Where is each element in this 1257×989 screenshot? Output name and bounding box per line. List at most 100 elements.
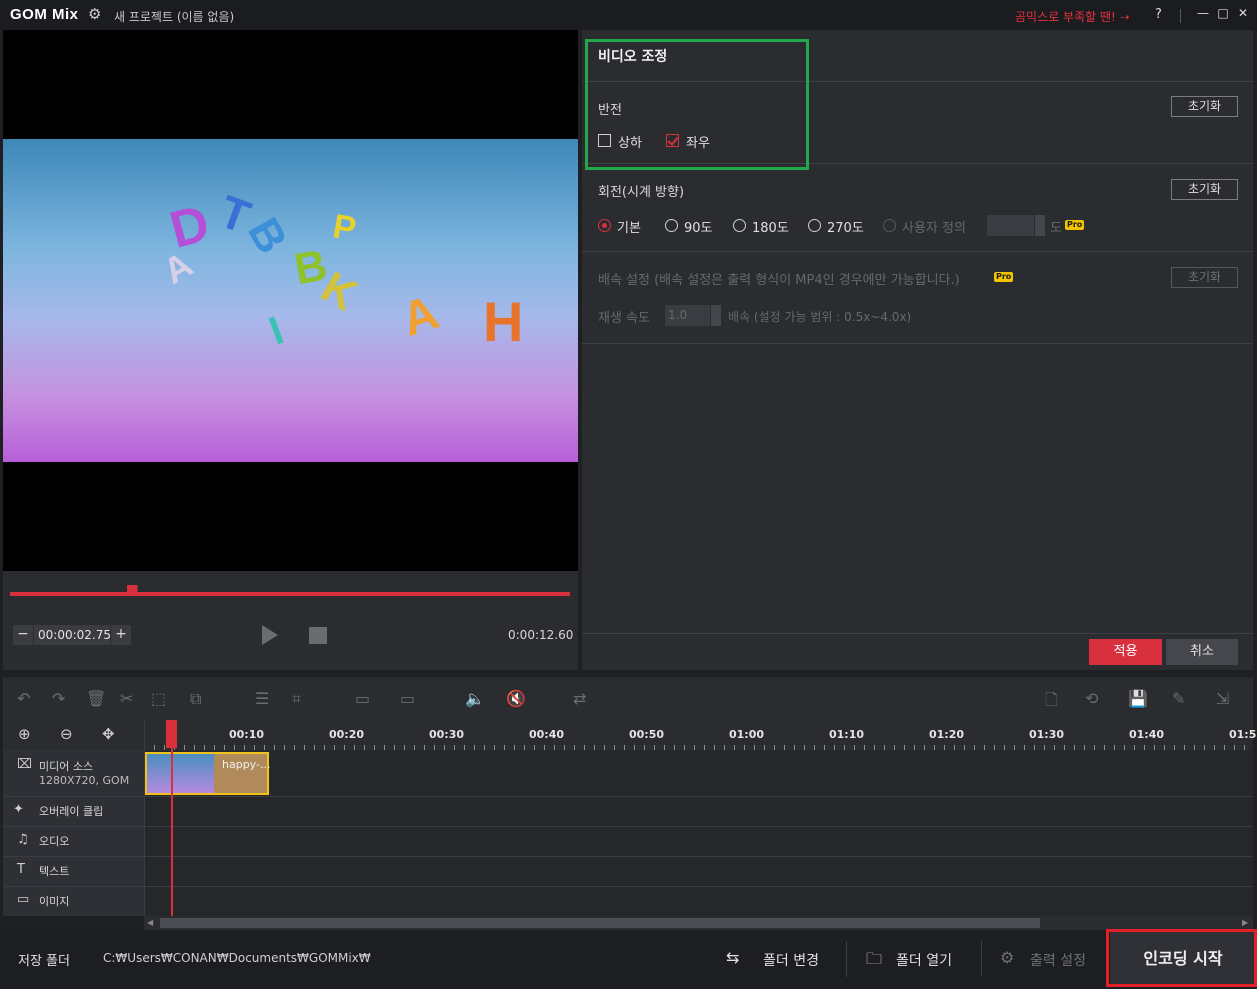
save-folder-label: 저장 폴더 <box>18 954 70 969</box>
undo-icon[interactable]: ↶ <box>17 689 30 708</box>
change-folder-button[interactable]: 폴더 변경 <box>763 950 819 970</box>
track-image: 이미지 <box>39 895 70 908</box>
speed-stepper[interactable] <box>711 305 721 326</box>
help-button[interactable]: ? <box>1155 7 1162 22</box>
output-settings-icon[interactable]: ⚙ <box>1000 948 1014 967</box>
close-button[interactable]: ✕ <box>1236 6 1250 20</box>
divider <box>582 251 1253 252</box>
timeline-ruler[interactable] <box>144 720 1253 750</box>
cancel-button[interactable]: 취소 <box>1166 639 1238 665</box>
ruler-tick-label: 00:10 <box>229 728 265 741</box>
minimize-button[interactable]: — <box>1196 6 1210 20</box>
crop-icon[interactable]: ⌗ <box>292 689 301 709</box>
delete-icon[interactable]: 🗑 <box>86 689 106 708</box>
frame-back-button[interactable]: − <box>13 625 33 645</box>
fit-icon[interactable]: ✥ <box>102 725 115 743</box>
swap-icon[interactable]: ⇄ <box>573 689 586 708</box>
ruler-tick-label: 01:50 <box>1229 728 1257 741</box>
timeline-tracks[interactable] <box>144 750 1253 916</box>
apply-button[interactable]: 적용 <box>1089 639 1162 665</box>
playhead[interactable] <box>171 720 173 916</box>
clip-settings-icon[interactable]: ⧉ <box>190 689 201 709</box>
rotate-180-label: 180도 <box>752 221 789 236</box>
rotate-default-radio[interactable] <box>598 219 611 232</box>
track-overlay: 오버레이 클립 <box>39 805 104 818</box>
track-divider <box>3 886 1253 887</box>
folder-icon[interactable]: 🗀 <box>866 948 882 975</box>
track-divider <box>144 720 145 916</box>
image-icon: ▭ <box>17 892 30 907</box>
divider <box>582 343 1253 344</box>
highlight-box-green <box>585 39 809 170</box>
speed-range-note: 배속 (설정 가능 범위 : 0.5x~4.0x) <box>728 310 912 324</box>
divider <box>981 941 982 977</box>
zoom-out-icon[interactable]: ⊖ <box>60 725 73 743</box>
pro-badge: Pro <box>994 272 1014 282</box>
rotate-unit-label: 도 <box>1050 221 1062 236</box>
gear-icon[interactable]: ⚙ <box>88 5 101 23</box>
highlight-box-red <box>1106 929 1257 987</box>
open-folder-button[interactable]: 폴더 열기 <box>896 950 952 970</box>
scroll-right-icon[interactable]: ▶ <box>1242 918 1248 927</box>
video-letter: H <box>483 290 524 353</box>
app-logo: GOM Mix <box>10 6 79 23</box>
folder-change-icon[interactable]: ⇆ <box>726 948 739 967</box>
select-icon[interactable]: ⬚ <box>151 689 166 708</box>
rotate-90-radio[interactable] <box>665 219 678 232</box>
scrollbar-thumb[interactable] <box>160 918 1040 928</box>
zoom-in-icon[interactable]: ⊕ <box>18 725 31 743</box>
redo-icon[interactable]: ↷ <box>52 689 65 708</box>
play-icon[interactable] <box>262 625 278 645</box>
output-settings-button[interactable]: 출력 설정 <box>1030 950 1086 970</box>
save-icon[interactable]: 💾 <box>1128 689 1148 708</box>
ruler-tick-label: 00:40 <box>529 728 565 741</box>
rotate-default-label: 기본 <box>617 221 641 236</box>
rotate-custom-radio[interactable] <box>883 219 896 232</box>
frame-forward-button[interactable]: + <box>111 625 131 645</box>
track-media-source: 미디어 소스 <box>39 760 94 773</box>
audio-icon: ♫ <box>17 832 29 847</box>
track-audio: 오디오 <box>39 835 70 848</box>
adjust-icon[interactable]: ☰ <box>255 689 269 708</box>
cut-icon[interactable]: ✂ <box>120 689 133 708</box>
scroll-left-icon[interactable]: ◀ <box>147 918 153 927</box>
rotate-angle-stepper[interactable] <box>1035 215 1045 236</box>
media-source-icon: ⌧ <box>17 757 32 772</box>
seek-bar[interactable] <box>10 592 570 596</box>
text-icon: T <box>17 862 25 877</box>
reload-icon[interactable]: ⟲ <box>1085 689 1098 708</box>
promo-link[interactable]: 곰믹스로 부족할 땐! ➝ <box>1015 8 1130 25</box>
export-icon[interactable]: ⇲ <box>1216 689 1229 708</box>
rotate-custom-label: 사용자 정의 <box>902 221 966 236</box>
image-prev-icon[interactable]: ▭ <box>355 689 370 708</box>
track-divider <box>3 826 1253 827</box>
track-divider <box>3 796 1253 797</box>
new-project-icon[interactable]: 🗋 <box>1045 689 1058 716</box>
titlebar-divider <box>1180 9 1181 23</box>
save-folder-path: C:₩Users₩CONAN₩Documents₩GOMMix₩ <box>103 951 371 965</box>
media-info: 1280X720, GOM <box>39 774 130 787</box>
speed-reset-button[interactable]: 초기화 <box>1171 267 1238 288</box>
clip-name: happy-... <box>222 758 271 771</box>
video-letter: A <box>395 285 446 348</box>
rotate-270-label: 270도 <box>827 221 864 236</box>
rotate-angle-input[interactable] <box>987 215 1034 236</box>
maximize-button[interactable]: □ <box>1216 6 1230 20</box>
flip-reset-button[interactable]: 초기화 <box>1171 96 1238 117</box>
rotate-180-radio[interactable] <box>733 219 746 232</box>
stop-icon[interactable] <box>309 627 327 644</box>
pro-badge: Pro <box>1065 220 1085 230</box>
save-as-icon[interactable]: ✎ <box>1172 689 1185 708</box>
rotate-reset-button[interactable]: 초기화 <box>1171 179 1238 200</box>
video-letter: P <box>329 207 359 249</box>
image-next-icon[interactable]: ▭ <box>400 689 415 708</box>
current-time[interactable]: 00:00:02.75 <box>34 625 111 645</box>
ruler-tick-label: 00:50 <box>629 728 665 741</box>
divider <box>582 633 1253 634</box>
volume-icon[interactable]: 🔈 <box>465 689 485 708</box>
ruler-tick-label: 01:20 <box>929 728 965 741</box>
speed-input[interactable]: 1.0 <box>665 305 710 326</box>
mute-icon[interactable]: 🔇 <box>506 689 526 708</box>
rotate-270-radio[interactable] <box>808 219 821 232</box>
project-title: 새 프로젝트 (이름 없음) <box>114 10 235 24</box>
